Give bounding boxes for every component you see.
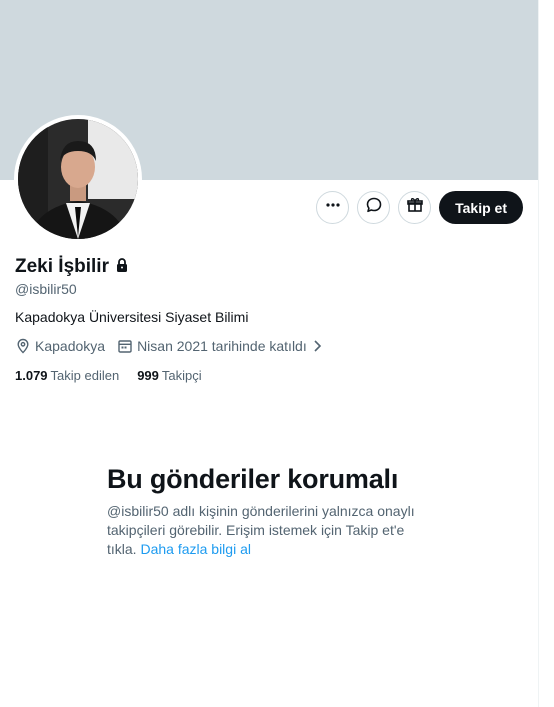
more-button[interactable] (316, 191, 350, 224)
profile-actions: Takip et (316, 191, 523, 224)
message-bubble-icon (365, 196, 383, 219)
following-link[interactable]: 1.079 Takip edilen (15, 368, 119, 383)
joined-text: Nisan 2021 tarihinde katıldı (137, 338, 307, 354)
page-edge (538, 0, 554, 707)
gift-icon (406, 196, 424, 219)
avatar[interactable] (14, 115, 142, 243)
following-count: 1.079 (15, 368, 48, 383)
protected-title: Bu gönderiler korumalı (107, 464, 399, 494)
chevron-right-icon (311, 339, 323, 353)
calendar-icon (117, 338, 133, 354)
user-handle: @isbilir50 (15, 281, 77, 297)
protected-notice: Bu gönderiler korumalı @isbilir50 adlı k… (107, 462, 437, 559)
followers-count: 999 (137, 368, 159, 383)
follow-stats: 1.079 Takip edilen 999 Takipçi (15, 368, 220, 383)
learn-more-link[interactable]: Daha fazla bilgi al (140, 541, 251, 557)
follow-button[interactable]: Takip et (439, 191, 523, 224)
lock-icon (114, 257, 130, 278)
joined-item[interactable]: Nisan 2021 tarihinde katıldı (117, 338, 323, 354)
avatar-image (18, 119, 138, 239)
gift-button[interactable] (398, 191, 432, 224)
profile-meta: Kapadokya Nisan 2021 tarihinde katıldı (15, 338, 335, 354)
profile-page: Takip et Zeki İşbilir @isbilir50 Kapadok… (0, 0, 554, 707)
protected-text: @isbilir50 adlı kişinin gönderilerini ya… (107, 502, 437, 559)
message-button[interactable] (357, 191, 391, 224)
following-label: Takip edilen (50, 368, 120, 383)
location-text: Kapadokya (35, 338, 106, 354)
name-row: Zeki İşbilir (15, 256, 130, 278)
followers-link[interactable]: 999 Takipçi (137, 368, 201, 383)
display-name: Zeki İşbilir (15, 256, 109, 277)
followers-label: Takipçi (161, 368, 202, 383)
location-pin-icon (15, 338, 31, 354)
profile-bio: Kapadokya Üniversitesi Siyaset Bilimi (15, 309, 249, 325)
more-horizontal-icon (324, 196, 342, 219)
location-item: Kapadokya (15, 338, 105, 354)
